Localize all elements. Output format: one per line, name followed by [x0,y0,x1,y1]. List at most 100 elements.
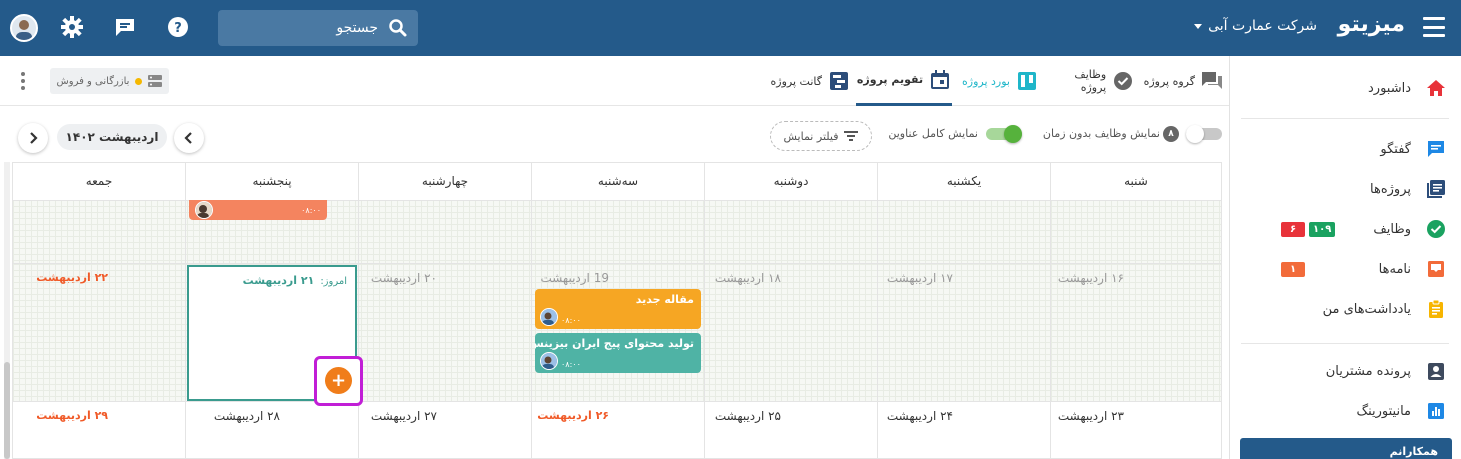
tab-label: بورد پروژه [962,74,1010,88]
day-number-holiday: ۲۶ اردیبهشت [537,409,609,422]
task-title: تولید محتوای پیج ایران بیزینس [535,337,694,350]
weekday-header: دوشنبه [704,163,877,200]
full-titles-toggle[interactable] [986,125,1022,143]
inbox-icon [1425,258,1447,280]
sidebar-item-letters[interactable]: نامه‌ها ۱ [1229,249,1461,289]
task-card[interactable]: تولید محتوای پیج ایران بیزینس ۰۸:۰۰ [535,333,701,373]
project-tabs-bar: بازرگانی و فروش گروه پروژه وظایف پروژه ب… [0,56,1229,106]
sidebar-item-label: داشبورد [1368,80,1411,96]
today-prefix: امروز: [320,276,347,287]
day-number: ۱۸ اردیبهشت [714,271,781,285]
filter-button[interactable]: فیلتر نمایش [770,121,872,151]
month-calendar-grid: شنبه یکشنبه دوشنبه سه‌شنبه چهارشنبه پنجش… [12,162,1222,459]
sidebar-item-dashboard[interactable]: داشبورد [1229,68,1461,108]
day-number: ۲۳ اردیبهشت [1057,409,1124,423]
tab-project-gantt[interactable]: گانت پروژه [768,56,850,106]
today-label: امروز: ۲۱ اردیبهشت [243,274,347,287]
today-date: ۲۱ اردیبهشت [242,274,315,287]
divider [185,163,186,459]
previous-month-button[interactable] [174,123,204,153]
sidebar-item-notes[interactable]: یادداشت‌های من [1229,289,1461,329]
task-card[interactable]: مقاله جدید ۰۸:۰۰ [535,289,701,329]
weekday-header: چهارشنبه [358,163,531,200]
filter-icon [844,131,859,141]
tab-project-board[interactable]: بورد پروژه [960,56,1038,106]
no-time-tasks-toggle[interactable] [1186,125,1222,143]
next-month-button[interactable] [18,123,48,153]
tab-project-group[interactable]: گروه پروژه [1139,56,1223,106]
gantt-icon [828,70,850,92]
tab-label: گروه پروژه [1143,74,1195,88]
sidebar-item-label: پروژه‌ها [1370,181,1411,197]
caret-down-icon [1194,23,1203,29]
help-icon[interactable]: ? [166,15,190,39]
monitoring-icon [1425,400,1447,422]
tab-project-tasks[interactable]: وظایف پروژه [1046,56,1134,106]
sidebar-item-monitoring[interactable]: مانیتورینگ [1229,391,1461,431]
add-task-button[interactable]: + [325,367,352,394]
current-month-label[interactable]: اردیبهشت ۱۴۰۲ [57,124,167,150]
divider [358,163,359,459]
divider [531,163,532,459]
check-icon [1425,218,1447,240]
task-assignee-avatar [195,201,213,219]
day-number: ۲۰ اردیبهشت [370,271,437,285]
brand-logo[interactable]: میزیتو [1338,12,1405,37]
sidebar-item-label: نامه‌ها [1378,261,1411,277]
tab-label: گانت پروژه [770,74,822,88]
task-assignee-avatar [540,308,558,326]
divider [1241,343,1449,344]
group-chat-icon [1201,70,1223,92]
tab-label: وظایف پروژه [1074,68,1107,94]
divider [704,163,705,459]
workspace-chip[interactable]: بازرگانی و فروش [50,68,169,94]
calendar-scrollbar[interactable] [4,162,10,459]
day-number: ۲۷ اردیبهشت [370,409,437,423]
sidebar-item-customers[interactable]: پرونده مشتریان [1229,351,1461,391]
sidebar-item-label: گفتگو [1380,141,1411,157]
sidebar-item-label: پرونده مشتریان [1325,363,1411,379]
weekday-header: جمعه [85,174,113,188]
sidebar-item-chat[interactable]: گفتگو [1229,129,1461,169]
day-number: ۲۴ اردیبهشت [886,409,953,423]
menu-icon[interactable] [1423,17,1445,37]
divider [1050,163,1051,459]
task-time: ۰۸:۰۰ [561,316,581,325]
filter-label: فیلتر نمایش [783,129,839,143]
chevron-right-icon [30,132,38,144]
workspace-name: بازرگانی و فروش [56,75,130,87]
tasks-overdue-badge: ۶ [1281,221,1305,237]
tasks-count-badge: ۱۰۹ [1309,221,1336,237]
top-bar: میزیتو شرکت عمارت آبی ? [0,0,1461,56]
task-time: ۰۸:۰۰ [301,206,321,215]
calendar-icon [929,69,951,91]
task-card[interactable]: ۰۸:۰۰ [189,200,327,220]
chat-icon[interactable] [113,15,137,39]
chevron-left-icon [184,132,192,144]
contacts-icon [1425,360,1447,382]
sidebar-item-tasks[interactable]: وظایف ۱۰۹ ۶ [1229,209,1461,249]
weekday-header: پنجشنبه [185,163,358,200]
full-titles-label: نمایش کامل عناوین [888,127,978,140]
tab-label: تقویم پروژه [856,73,924,86]
colleagues-panel-header[interactable]: همکارانم [1240,438,1452,459]
tab-project-calendar[interactable]: تقویم پروژه [856,56,952,106]
company-switcher[interactable]: شرکت عمارت آبی [1194,18,1317,34]
gear-icon[interactable] [60,15,84,39]
user-avatar[interactable] [10,14,38,42]
day-number: ۲۸ اردیبهشت [213,409,280,423]
calendar-toolbar: ۸ نمایش وظایف بدون زمان نمایش کامل عناوی… [0,107,1229,162]
weekday-header: یکشنبه [877,163,1050,200]
sidebar-item-projects[interactable]: پروژه‌ها [1229,169,1461,209]
projects-icon [1425,178,1447,200]
divider [1241,118,1449,119]
search-box[interactable] [218,10,418,46]
search-input[interactable] [238,20,378,36]
day-number: ۱۷ اردیبهشت [886,271,953,285]
task-title: مقاله جدید [635,293,694,306]
task-time: ۰۸:۰۰ [561,360,581,369]
more-options-icon[interactable] [20,72,26,90]
weekday-header: سه‌شنبه [531,163,704,200]
divider [13,263,1221,264]
company-name: شرکت عمارت آبی [1208,18,1317,34]
